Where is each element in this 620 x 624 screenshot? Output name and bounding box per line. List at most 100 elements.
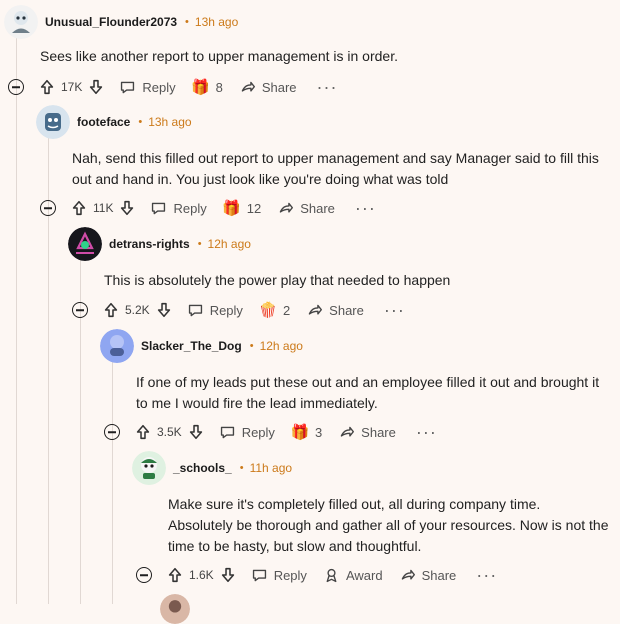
share-icon (401, 569, 415, 580)
share-icon (241, 81, 255, 92)
comment-3-share-button[interactable]: Share (306, 302, 364, 319)
comment-3-award-count: 2 (282, 302, 291, 318)
comment-2-separator: • (138, 116, 143, 128)
comment-5-award-label: Award (345, 567, 383, 583)
thread-line-1 (16, 36, 17, 604)
upvote-icon[interactable] (70, 199, 88, 217)
comment-3-awards[interactable]: 🍿 2 (259, 301, 291, 319)
comment-5-avatar[interactable] (132, 451, 166, 485)
comment-1-score: 17K (61, 80, 83, 94)
comment-5-votes: 1.6K (166, 566, 237, 584)
comment-1-reply-button[interactable]: Reply (119, 79, 176, 96)
comment-2-more-button[interactable]: ··· (351, 199, 380, 217)
reply-icon (252, 569, 266, 581)
comment-1-line-1: Sees like another report to upper manage… (40, 48, 398, 64)
comment-4-awards[interactable]: 🎁 3 (290, 423, 323, 441)
comment-5-actions: 1.6K Reply Award Share ··· (136, 563, 501, 587)
comment-2-avatar[interactable] (36, 105, 70, 139)
comment-4-avatar[interactable] (100, 329, 134, 363)
comment-4-text: If one of my leads put these out and an … (136, 372, 599, 414)
comment-5-time: 11h ago (249, 461, 293, 475)
upvote-icon[interactable] (166, 566, 184, 584)
comment-2-share-button[interactable]: Share (277, 200, 335, 217)
downvote-icon[interactable] (155, 301, 173, 319)
comment-5-collapse-button[interactable] (136, 567, 152, 583)
comment-1-username[interactable]: Unusual_Flounder2073 (45, 15, 177, 29)
comment-2-reply-label: Reply (173, 200, 207, 216)
upvote-icon[interactable] (38, 78, 56, 96)
share-icon (279, 202, 294, 213)
comment-3-more-button[interactable]: ··· (380, 301, 409, 319)
comment-3-share-label: Share (329, 302, 364, 318)
comment-5-share-button[interactable]: Share (399, 567, 457, 584)
comment-5-more-button[interactable]: ··· (472, 566, 501, 584)
comment-1-actions: 17K Reply 🎁 8 Share ··· (8, 75, 342, 99)
comment-3-separator: • (197, 238, 202, 250)
comment-2-time: 13h ago (148, 115, 192, 129)
comment-3-username[interactable]: detrans-rights (109, 237, 190, 251)
comment-3-reply-label: Reply (209, 302, 243, 318)
comment-5-score: 1.6K (189, 568, 214, 582)
comment-4-share-label: Share (361, 424, 396, 440)
comment-2-actions: 11K Reply 🎁 12 Share ··· (40, 196, 380, 220)
downvote-icon[interactable] (87, 78, 105, 96)
downvote-icon[interactable] (118, 199, 136, 217)
comment-4-separator: • (249, 340, 254, 352)
comment-4-actions: 3.5K Reply 🎁 3 Share ··· (104, 420, 441, 444)
comment-4-username[interactable]: Slacker_The_Dog (141, 339, 242, 353)
comment-3-votes: 5.2K (102, 301, 173, 319)
comment-3-score: 5.2K (125, 303, 150, 317)
comment-2-votes: 11K (70, 199, 136, 217)
comment-4-share-button[interactable]: Share (338, 424, 396, 441)
downvote-icon[interactable] (187, 423, 205, 441)
comment-1-share-button[interactable]: Share (239, 79, 297, 96)
award-icon: 🎁 (222, 199, 242, 217)
comment-2-collapse-button[interactable] (40, 200, 56, 216)
upvote-icon[interactable] (102, 301, 120, 319)
reply-icon (188, 304, 202, 316)
comment-2-username[interactable]: footeface (77, 115, 130, 129)
reply-icon (121, 81, 135, 93)
comment-4-more-button[interactable]: ··· (412, 423, 441, 441)
share-icon (308, 304, 323, 315)
award-icon: 🎁 (290, 423, 310, 441)
comment-1-share-label: Share (261, 79, 297, 95)
next-reply-avatar[interactable] (160, 594, 190, 624)
comment-4-score: 3.5K (157, 425, 182, 439)
comment-3-text: This is absolutely the power play that n… (104, 270, 450, 291)
comment-5-share-label: Share (421, 567, 457, 583)
comment-3-avatar[interactable] (68, 227, 102, 261)
downvote-icon[interactable] (219, 566, 237, 584)
comment-2-score: 11K (93, 201, 114, 215)
award-ribbon-icon (326, 568, 337, 582)
comment-1-collapse-button[interactable] (8, 79, 24, 95)
comment-1-separator: • (185, 16, 189, 28)
comment-1-more-button[interactable]: ··· (313, 78, 342, 96)
comment-3-reply-button[interactable]: Reply (187, 302, 243, 319)
comment-2-line-1: Nah, send this filled out report to uppe… (72, 150, 599, 166)
comment-1-header: Unusual_Flounder2073 • 13h ago (4, 5, 238, 39)
comment-1-avatar[interactable] (4, 5, 38, 39)
comment-3-header: detrans-rights • 12h ago (68, 227, 251, 261)
comment-3-actions: 5.2K Reply 🍿 2 Share ··· (72, 298, 409, 322)
comment-5-line-1: Make sure it's completely filled out, al… (168, 496, 541, 512)
comment-1-award-count: 8 (215, 79, 223, 95)
upvote-icon[interactable] (134, 423, 152, 441)
comment-1-awards[interactable]: 🎁 8 (191, 78, 223, 96)
comment-3-line-1: This is absolutely the power play that n… (104, 272, 451, 288)
comment-2-awards[interactable]: 🎁 12 (222, 199, 261, 217)
comment-5-reply-button[interactable]: Reply (251, 567, 307, 584)
comment-1-votes: 17K (38, 78, 105, 96)
comment-2-reply-button[interactable]: Reply (150, 200, 207, 217)
comment-5-award-button[interactable]: Award (323, 567, 383, 584)
comment-4-line-2: to me I would fire the lead immediately. (136, 395, 378, 411)
comment-1-text: Sees like another report to upper manage… (40, 46, 398, 67)
award-icon: 🎁 (191, 78, 210, 96)
comment-4-reply-button[interactable]: Reply (219, 424, 275, 441)
reply-icon (152, 202, 166, 214)
comment-5-reply-label: Reply (273, 567, 307, 583)
comment-2-line-2: out and hand in. You just look like you'… (72, 171, 449, 187)
comment-5-username[interactable]: _schools_ (173, 461, 232, 475)
comment-3-collapse-button[interactable] (72, 302, 88, 318)
comment-4-collapse-button[interactable] (104, 424, 120, 440)
